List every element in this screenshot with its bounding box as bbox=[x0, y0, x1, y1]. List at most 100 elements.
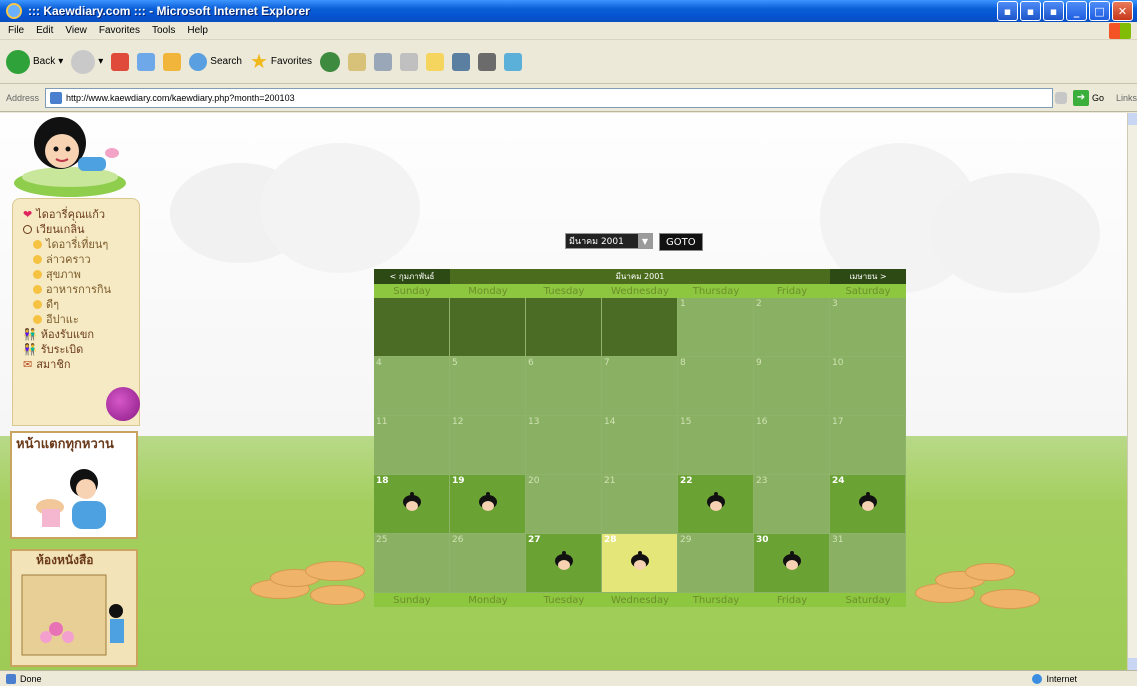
diary-entry-girl-icon[interactable] bbox=[705, 492, 727, 515]
extra-window-icon[interactable]: ▪ bbox=[1043, 1, 1064, 21]
calendar-day-cell[interactable]: 31 bbox=[830, 534, 906, 593]
calendar-day-cell[interactable]: 16 bbox=[754, 416, 830, 475]
calendar-day-cell[interactable]: 7 bbox=[602, 357, 678, 416]
mail-icon[interactable] bbox=[348, 52, 367, 71]
diary-entry-girl-icon[interactable] bbox=[401, 492, 423, 515]
messenger-icon[interactable] bbox=[452, 52, 471, 71]
sidebar-item-members[interactable]: ✉ สมาชิก bbox=[23, 355, 71, 373]
folder-icon[interactable] bbox=[426, 52, 445, 71]
search-button[interactable]: Search bbox=[189, 52, 242, 71]
sweet-panel[interactable]: หน้าแตกทุกหวาน bbox=[10, 431, 138, 539]
chevron-down-icon[interactable] bbox=[1055, 91, 1067, 104]
stop-icon[interactable] bbox=[111, 52, 130, 71]
calendar-day-cell[interactable]: 12 bbox=[450, 416, 526, 475]
tools-icon[interactable] bbox=[504, 52, 523, 71]
next-month-link[interactable]: เมษายน > bbox=[830, 269, 906, 284]
calendar-day-cell[interactable]: 9 bbox=[754, 357, 830, 416]
weekday-label: Tuesday bbox=[543, 285, 585, 297]
links-label[interactable]: Links bbox=[1116, 93, 1137, 103]
calendar-day-cell[interactable]: 25 bbox=[374, 534, 450, 593]
calendar-day-cell[interactable]: 21 bbox=[602, 475, 678, 534]
calendar-day-cell[interactable]: 5 bbox=[450, 357, 526, 416]
calendar-day-cell[interactable]: 14 bbox=[602, 416, 678, 475]
day-number: 4 bbox=[376, 358, 382, 368]
book-panel[interactable]: ห้องหนังสือ bbox=[10, 549, 138, 667]
window-controls: ▪ ▪ ▪ _ □ ✕ bbox=[997, 1, 1133, 21]
forward-button[interactable]: ▾ bbox=[71, 49, 104, 74]
favorites-button[interactable]: ★ Favorites bbox=[250, 49, 312, 74]
cookie-decoration bbox=[980, 589, 1040, 609]
calendar-day-cell[interactable]: 24 bbox=[830, 475, 906, 534]
calendar-day-cell[interactable]: 15 bbox=[678, 416, 754, 475]
extra-window-icon[interactable]: ▪ bbox=[1020, 1, 1041, 21]
extra-window-icon[interactable]: ▪ bbox=[997, 1, 1018, 21]
diary-entry-girl-icon[interactable] bbox=[477, 492, 499, 515]
calendar-day-cell[interactable]: 17 bbox=[830, 416, 906, 475]
go-arrow-icon: ➔ bbox=[1072, 89, 1089, 106]
home-icon[interactable] bbox=[163, 52, 182, 71]
month-select[interactable]: มีนาคม 2001 ▼ bbox=[565, 233, 653, 249]
calendar-day-cell[interactable]: 19 bbox=[450, 475, 526, 534]
scroll-down-icon[interactable] bbox=[1128, 658, 1137, 670]
diary-entry-girl-icon[interactable] bbox=[553, 551, 575, 574]
menu-favorites[interactable]: Favorites bbox=[99, 25, 140, 36]
day-number: 26 bbox=[452, 535, 464, 545]
print-icon[interactable] bbox=[374, 52, 393, 71]
menu-help[interactable]: Help bbox=[187, 25, 208, 36]
research-icon[interactable] bbox=[478, 52, 497, 71]
maximize-icon[interactable]: □ bbox=[1089, 1, 1110, 21]
menu-edit[interactable]: Edit bbox=[36, 25, 53, 36]
calendar-day-cell[interactable]: 27 bbox=[526, 534, 602, 593]
minimize-icon[interactable]: _ bbox=[1066, 1, 1087, 21]
calendar-day-cell[interactable]: 20 bbox=[526, 475, 602, 534]
back-button[interactable]: Back ▾ bbox=[6, 49, 63, 74]
diary-entry-girl-icon[interactable] bbox=[857, 492, 879, 515]
history-icon[interactable] bbox=[320, 51, 341, 72]
vertical-scrollbar[interactable] bbox=[1127, 113, 1137, 670]
refresh-icon[interactable] bbox=[137, 52, 156, 71]
calendar-day-cell[interactable]: 11 bbox=[374, 416, 450, 475]
address-label: Address bbox=[6, 92, 40, 103]
dot-icon bbox=[33, 239, 42, 249]
day-number: 16 bbox=[756, 417, 768, 427]
diary-entry-girl-icon[interactable] bbox=[781, 551, 803, 574]
address-input[interactable]: http://www.kaewdiary.com/kaewdiary.php?m… bbox=[45, 87, 1053, 108]
calendar-day-cell[interactable]: 10 bbox=[830, 357, 906, 416]
go-button[interactable]: ➔ Go bbox=[1072, 89, 1104, 106]
menu-view[interactable]: View bbox=[65, 25, 87, 36]
menu-tools[interactable]: Tools bbox=[152, 25, 175, 36]
goto-button[interactable]: GOTO bbox=[659, 233, 703, 251]
calendar-day-cell[interactable]: 30 bbox=[754, 534, 830, 593]
calendar-day-cell[interactable]: 29 bbox=[678, 534, 754, 593]
scroll-up-icon[interactable] bbox=[1128, 113, 1137, 125]
chevron-down-icon: ▾ bbox=[98, 56, 104, 67]
diary-entry-girl-icon[interactable] bbox=[629, 551, 651, 574]
prev-month-link[interactable]: < กุมภาพันธ์ bbox=[374, 269, 450, 284]
calendar-day-cell[interactable]: 6 bbox=[526, 357, 602, 416]
forward-arrow-icon bbox=[71, 49, 96, 74]
calendar-day-cell[interactable]: 4 bbox=[374, 357, 450, 416]
calendar-day-cell[interactable]: 22 bbox=[678, 475, 754, 534]
dot-icon bbox=[33, 284, 42, 294]
day-number: 8 bbox=[680, 358, 686, 368]
search-icon bbox=[189, 52, 208, 71]
day-number: 24 bbox=[832, 476, 845, 486]
circle-icon bbox=[23, 224, 32, 234]
calendar-day-cell[interactable]: 18 bbox=[374, 475, 450, 534]
calendar-day-cell[interactable]: 23 bbox=[754, 475, 830, 534]
calendar-day-cell[interactable]: 2 bbox=[754, 298, 830, 357]
menu-file[interactable]: File bbox=[8, 25, 24, 36]
people-icon: 👫 bbox=[23, 328, 37, 341]
edit-icon[interactable] bbox=[400, 52, 419, 71]
calendar-day-cell[interactable]: 26 bbox=[450, 534, 526, 593]
calendar-day-cell[interactable]: 1 bbox=[678, 298, 754, 357]
mail-icon: ✉ bbox=[23, 358, 33, 371]
calendar-day-cell[interactable]: 13 bbox=[526, 416, 602, 475]
calendar-day-cell[interactable]: 8 bbox=[678, 357, 754, 416]
calendar-day-cell[interactable]: 28 bbox=[602, 534, 678, 593]
cloud-decoration bbox=[930, 173, 1100, 293]
weekday-label: Saturday bbox=[845, 594, 891, 606]
close-icon[interactable]: ✕ bbox=[1112, 1, 1133, 21]
weekday-label: Tuesday bbox=[543, 594, 585, 606]
calendar-day-cell[interactable]: 3 bbox=[830, 298, 906, 357]
